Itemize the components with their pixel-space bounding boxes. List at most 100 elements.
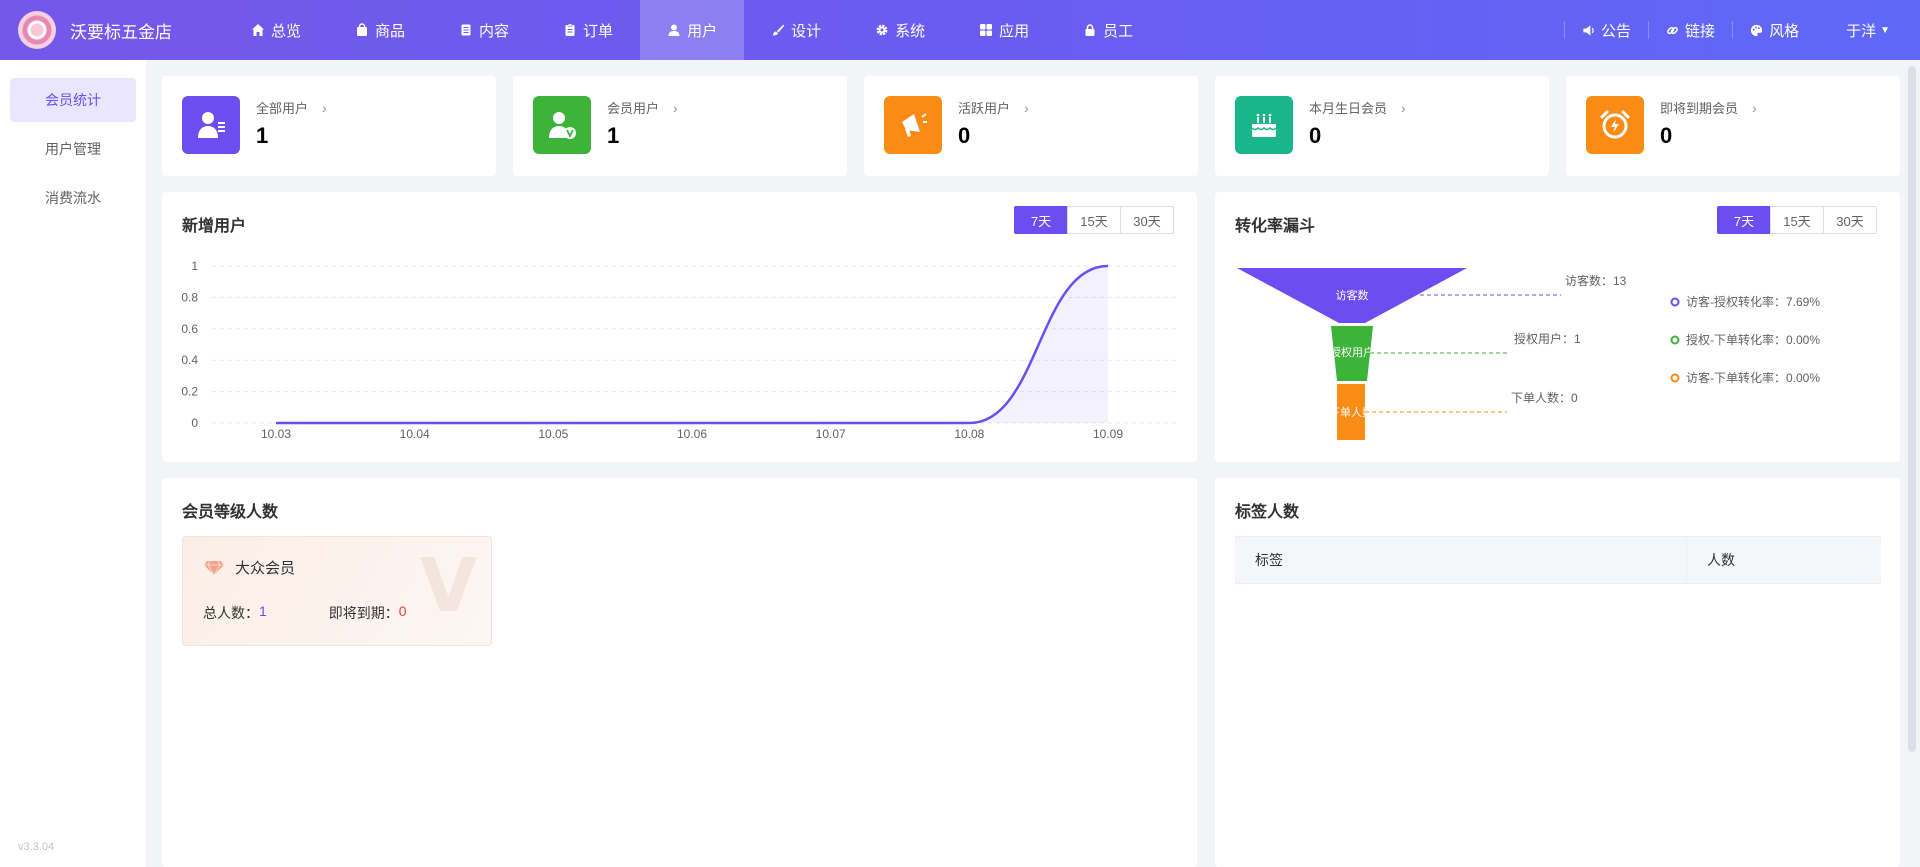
store-name: 沃要标五金店 [70, 22, 172, 42]
stat-label: 会员用户 › [607, 98, 678, 117]
nav-item-content[interactable]: 内容 [432, 0, 536, 60]
link-icon [1666, 24, 1679, 37]
funnel-callout: 授权用户：1 [1514, 331, 1581, 346]
nav-item-orders[interactable]: 订单 [536, 0, 640, 60]
funnel-stage-label: 授权用户 [1330, 345, 1374, 359]
grid-icon [979, 23, 993, 37]
stat-value: 0 [1309, 123, 1322, 148]
brand[interactable]: 沃要标五金店 [0, 11, 210, 49]
y-tick-label: 1 [191, 259, 198, 273]
user-list-icon [182, 96, 240, 154]
x-tick-label: 10.06 [677, 427, 707, 441]
stat-label: 即将到期会员 › [1660, 98, 1757, 117]
stat-label-text: 全部用户 [256, 101, 309, 116]
nav-item-system[interactable]: 系统 [848, 0, 952, 60]
stat-card-expiring-members[interactable]: 即将到期会员 › 0 [1566, 76, 1900, 176]
x-tick-label: 10.07 [816, 427, 846, 441]
nav-item-design[interactable]: 设计 [744, 0, 848, 60]
stat-card-active-users[interactable]: 活跃用户 › 0 [864, 76, 1198, 176]
document-icon [459, 23, 473, 37]
palette-icon [1750, 24, 1763, 37]
y-tick-label: 0.2 [181, 385, 198, 399]
y-tick-label: 0.4 [181, 353, 198, 367]
series-area [276, 266, 1108, 423]
x-tick-label: 10.09 [1093, 427, 1123, 441]
chevron-right-icon: › [1024, 99, 1029, 116]
stat-card-birthday-members[interactable]: 本月生日会员 › 0 [1215, 76, 1549, 176]
stat-value: 1 [607, 123, 620, 148]
funnel-chart: 访客数 授权用户 下单人数 访客数：13 授权用户：1 下单人数：0 访客-授权… [1237, 268, 1820, 440]
stat-label-text: 会员用户 [607, 101, 660, 116]
stat-label-text: 即将到期会员 [1660, 101, 1739, 116]
nav-label: 内容 [479, 22, 510, 40]
level-card[interactable]: V 大众会员 总人数： 1 即将到期： 0 [182, 536, 492, 646]
nav-label: 系统 [895, 22, 926, 40]
nav-item-staff[interactable]: 员工 [1056, 0, 1160, 60]
funnel-panel: 转化率漏斗 7天 15天 30天 访客数 授权用户 下单人数 访客数：13 授权… [1215, 192, 1900, 462]
total-label: 总人数： [203, 605, 259, 621]
funnel-legend-item: 授权-下单转化率：0.00% [1686, 332, 1820, 347]
x-tick-label: 10.05 [538, 427, 568, 441]
member-levels-title: 会员等级人数 [182, 504, 279, 521]
nav-item-overview[interactable]: 总览 [224, 0, 328, 60]
funnel-stage-label: 访客数 [1336, 288, 1369, 302]
main-nav: 总览 商品 内容 订单 用户 设计 系统 应用 员工 [224, 0, 1160, 60]
stat-label-text: 本月生日会员 [1309, 101, 1388, 116]
stat-label-text: 活跃用户 [958, 101, 1011, 116]
nav-item-products[interactable]: 商品 [328, 0, 432, 60]
user-menu[interactable]: 于洋 ▼ [1816, 20, 1920, 41]
nav-label: 员工 [1103, 22, 1134, 40]
home-icon [251, 23, 265, 37]
sidebar: 会员统计 用户管理 消费流水 v3.3.04 [0, 60, 146, 867]
total-value: 1 [259, 603, 267, 619]
stat-card-all-users[interactable]: 全部用户 › 1 [162, 76, 496, 176]
stat-value: 0 [1660, 123, 1673, 148]
page-scrollbar[interactable] [1908, 66, 1916, 752]
megaphone-icon [884, 96, 942, 154]
stat-label: 活跃用户 › [958, 98, 1029, 117]
y-tick-label: 0.8 [181, 290, 198, 304]
sidebar-item-consumption-flow[interactable]: 消费流水 [10, 176, 136, 220]
notice-button[interactable]: 公告 [1564, 21, 1648, 40]
legend-dot [1670, 373, 1680, 383]
caret-down-icon: ▼ [1880, 24, 1890, 36]
store-logo [18, 11, 56, 49]
chevron-right-icon: › [1401, 99, 1406, 116]
column-header-count[interactable]: 人数 [1687, 537, 1881, 583]
sidebar-item-user-management[interactable]: 用户管理 [10, 127, 136, 171]
new-users-panel: 新增用户 7天 15天 30天 0 0.2 0.4 0.6 0.8 1 10.03 10.04… [162, 192, 1197, 462]
level-name: 大众会员 [203, 557, 295, 578]
expiring-value: 0 [398, 603, 407, 619]
column-header-tag[interactable]: 标签 [1235, 537, 1687, 583]
link-button[interactable]: 链接 [1648, 21, 1732, 40]
series-line [276, 264, 1109, 425]
top-navbar: 沃要标五金店 总览 商品 内容 订单 用户 设计 系统 应用 员工 公告 链接 … [0, 0, 1920, 60]
vip-watermark-icon: V [419, 543, 477, 629]
bag-icon [355, 23, 369, 37]
nav-label: 设计 [791, 22, 822, 40]
style-button[interactable]: 风格 [1732, 21, 1816, 40]
vip-user-icon [533, 96, 591, 154]
stat-label: 全部用户 › [256, 98, 327, 117]
sidebar-item-member-stats[interactable]: 会员统计 [10, 78, 136, 122]
legend-dot [1670, 335, 1680, 345]
chevron-right-icon: › [673, 99, 678, 116]
nav-label: 总览 [271, 22, 302, 40]
gear-icon [875, 23, 889, 37]
tags-table-header: 标签 人数 [1235, 536, 1881, 584]
funnel-callout: 下单人数：0 [1511, 390, 1578, 405]
nav-label: 用户 [687, 22, 718, 40]
chevron-right-icon: › [322, 99, 327, 116]
lock-icon [1083, 23, 1097, 37]
chevron-right-icon: › [1752, 99, 1757, 116]
stat-card-member-users[interactable]: 会员用户 › 1 [513, 76, 847, 176]
tags-panel: 标签人数 标签 人数 [1215, 478, 1900, 867]
user-icon [667, 23, 681, 37]
funnel-callout: 访客数：13 [1565, 273, 1627, 288]
tags-title: 标签人数 [1235, 504, 1300, 521]
nav-item-users[interactable]: 用户 [640, 0, 745, 60]
level-stats: 总人数： 1 即将到期： 0 [203, 603, 407, 623]
nav-item-apps[interactable]: 应用 [952, 0, 1056, 60]
brush-icon [771, 23, 785, 37]
alarm-clock-icon [1586, 96, 1644, 154]
